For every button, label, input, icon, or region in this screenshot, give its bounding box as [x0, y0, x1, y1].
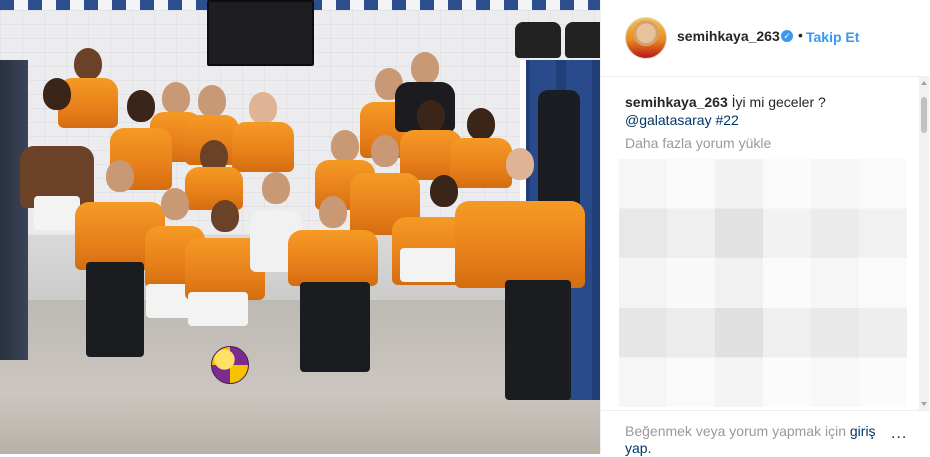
- wall-tv: [207, 0, 314, 66]
- player-legs: [505, 280, 571, 400]
- load-more-comments-button[interactable]: Daha fazla yorum yükle: [625, 135, 771, 151]
- header-separator: •: [798, 27, 803, 43]
- post-photo[interactable]: [0, 0, 600, 454]
- blurred-comments: [619, 159, 907, 407]
- post-header: semihkaya_263 ✓ • Takip Et: [601, 0, 930, 77]
- login-prompt: Beğenmek veya yorum yapmak için giriş ya…: [625, 423, 885, 457]
- player: [455, 148, 585, 288]
- bag: [515, 22, 561, 58]
- profile-avatar[interactable]: [625, 17, 667, 59]
- post-side-panel: semihkaya_263 ✓ • Takip Et semihkaya_263…: [600, 0, 930, 457]
- scrollbar-thumb[interactable]: [921, 97, 927, 133]
- scroll-up-arrow-icon[interactable]: [921, 81, 927, 85]
- post-footer: Beğenmek veya yorum yapmak için giriş ya…: [601, 410, 930, 457]
- post-caption: semihkaya_263 İyi mi geceler ? @galatasa…: [625, 93, 905, 129]
- caption-mention[interactable]: @galatasaray: [625, 112, 712, 128]
- header-username[interactable]: semihkaya_263: [677, 28, 780, 44]
- ellipsis-icon[interactable]: ...: [891, 425, 907, 443]
- verified-badge-icon: ✓: [781, 30, 793, 42]
- instagram-post: semihkaya_263 ✓ • Takip Et semihkaya_263…: [0, 0, 930, 457]
- login-prompt-text: Beğenmek veya yorum yapmak için: [625, 423, 846, 439]
- football: [211, 346, 249, 384]
- scroll-down-arrow-icon[interactable]: [921, 402, 927, 406]
- player-legs: [86, 262, 144, 357]
- bag: [565, 22, 600, 58]
- caption-text: İyi mi geceler ?: [731, 94, 826, 110]
- caption-hashtag[interactable]: #22: [715, 112, 738, 128]
- follow-button[interactable]: Takip Et: [806, 29, 859, 45]
- player-shorts: [34, 196, 80, 230]
- caption-username[interactable]: semihkaya_263: [625, 94, 728, 110]
- comments-area: semihkaya_263 İyi mi geceler ? @galatasa…: [601, 77, 930, 410]
- player: [288, 196, 378, 286]
- player-legs: [300, 282, 370, 372]
- comments-scrollbar[interactable]: [919, 77, 929, 410]
- player-shorts: [188, 292, 248, 326]
